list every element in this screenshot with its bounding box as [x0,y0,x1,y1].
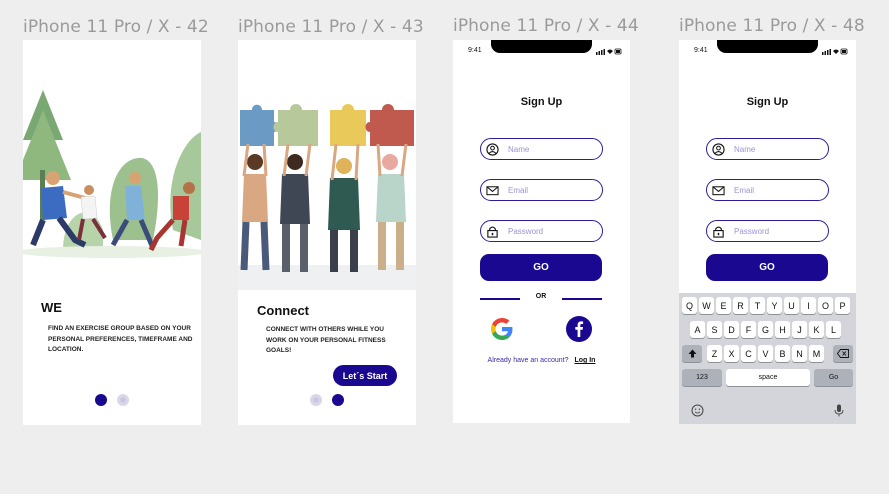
onboarding-description: CONNECT WITH OTHERS WHILE YOU WORK ON YO… [266,326,386,354]
divider-line [562,298,602,300]
key-q[interactable]: Q [682,297,697,314]
pager-dot-inactive[interactable] [117,394,129,406]
mail-icon [486,185,499,195]
key-e[interactable]: E [716,297,731,314]
signup-screen: 9:41 Sign Up Name Email Password GO OR A… [453,40,630,423]
email-placeholder: Email [734,185,755,195]
status-time: 9:41 [468,47,482,54]
page-title: Sign Up [746,96,789,108]
onboarding-screen-1: WE FIND AN EXERCISE GROUP BASED ON YOUR … [23,40,201,425]
emoji-icon[interactable] [691,404,704,417]
key-r[interactable]: R [733,297,748,314]
key-p[interactable]: P [835,297,850,314]
email-field[interactable]: Email [706,179,829,201]
key-n[interactable]: N [792,345,807,362]
device-notch [717,40,818,53]
go-button[interactable]: GO [706,254,828,281]
shift-icon [688,349,696,358]
key-c[interactable]: C [741,345,756,362]
key-b[interactable]: B [775,345,790,362]
key-t[interactable]: T [750,297,765,314]
key-h[interactable]: H [775,321,790,338]
backspace-key[interactable] [833,345,853,362]
page-title: Sign Up [520,96,563,108]
microphone-icon[interactable] [834,404,844,417]
shift-key[interactable] [682,345,702,362]
pager-dot-active[interactable] [332,394,344,406]
status-icons [822,48,848,55]
key-o[interactable]: O [818,297,833,314]
key-x[interactable]: X [724,345,739,362]
key-d[interactable]: D [724,321,739,338]
go-button[interactable]: GO [480,254,602,281]
frame-title-42: iPhone 11 Pro / X - 42 [23,17,209,37]
name-placeholder: Name [508,144,530,154]
frame-title-44: iPhone 11 Pro / X - 44 [453,16,639,36]
onboarding-description: FIND AN EXERCISE GROUP BASED ON YOUR PER… [48,325,193,353]
puzzle-people-illustration [238,104,416,290]
onboarding-heading: Connect [257,303,309,318]
facebook-icon[interactable] [566,316,592,342]
password-placeholder: Password [508,226,544,236]
key-k[interactable]: K [809,321,824,338]
mail-icon [712,185,725,195]
key-s[interactable]: S [707,321,722,338]
google-icon[interactable] [489,316,515,342]
key-y[interactable]: Y [767,297,782,314]
name-field[interactable]: Name [480,138,603,160]
email-placeholder: Email [508,185,529,195]
key-u[interactable]: U [784,297,799,314]
password-field[interactable]: Password [480,220,603,242]
status-time: 9:41 [694,47,708,54]
frame-title-48: iPhone 11 Pro / X - 48 [679,16,865,36]
keyboard-go-key[interactable]: Go [814,369,853,386]
onboarding-heading: WE [41,300,62,315]
key-f[interactable]: F [741,321,756,338]
key-l[interactable]: L [826,321,841,338]
runners-illustration [23,90,201,300]
user-icon [712,142,725,156]
key-g[interactable]: G [758,321,773,338]
user-icon [486,142,499,156]
device-notch [491,40,592,53]
key-i[interactable]: I [801,297,816,314]
password-placeholder: Password [734,226,770,236]
key-a[interactable]: A [690,321,705,338]
lets-start-button[interactable]: Let´s Start [333,365,397,386]
pager-dot-active[interactable] [95,394,107,406]
lock-icon [487,226,498,238]
status-icons [596,48,622,55]
signup-keyboard-screen: 9:41 Sign Up Name Email Password GO Q W … [679,40,856,424]
onboarding-screen-2: Connect CONNECT WITH OTHERS WHILE YOU WO… [238,40,416,425]
lock-icon [713,226,724,238]
key-v[interactable]: V [758,345,773,362]
email-field[interactable]: Email [480,179,603,201]
pager-dot-inactive[interactable] [310,394,322,406]
name-field[interactable]: Name [706,138,829,160]
backspace-icon [837,349,849,358]
login-prompt: Already have an account? Log In [453,357,630,364]
account-question: Already have an account? [487,357,569,364]
key-z[interactable]: Z [707,345,722,362]
key-m[interactable]: M [809,345,824,362]
numbers-key[interactable]: 123 [682,369,722,386]
or-divider: OR [480,292,602,304]
frame-title-43: iPhone 11 Pro / X - 43 [238,17,424,37]
key-j[interactable]: J [792,321,807,338]
password-field[interactable]: Password [706,220,829,242]
onscreen-keyboard: Q W E R T Y U I O P A S D F G H J K L Z … [679,293,856,424]
login-link[interactable]: Log In [574,357,595,364]
key-w[interactable]: W [699,297,714,314]
space-key[interactable]: space [726,369,810,386]
name-placeholder: Name [734,144,756,154]
